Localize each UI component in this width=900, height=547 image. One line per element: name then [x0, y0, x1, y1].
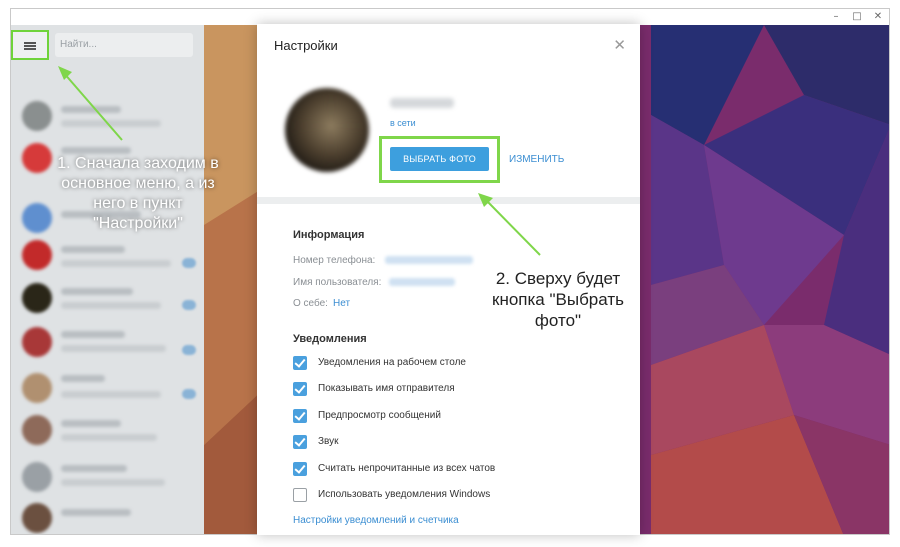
username-label: Имя пользователя:: [293, 277, 382, 288]
phone-value-blurred: [385, 256, 473, 264]
chat-avatar[interactable]: [22, 240, 52, 270]
annotation-step1-line1: 1. Сначала заходим в: [57, 155, 219, 172]
chat-avatar[interactable]: [22, 283, 52, 313]
title-bar: – □ ✕: [11, 9, 889, 25]
notifications-section-title: Уведомления: [293, 333, 367, 345]
settings-title: Настройки: [274, 38, 338, 53]
annotation-step1-line4: "Настройки": [93, 215, 183, 232]
annotation-step1: 1. Сначала заходим в основное меню, а из…: [28, 154, 248, 234]
sound-checkbox[interactable]: [293, 435, 307, 449]
chat-avatar[interactable]: [22, 503, 52, 533]
info-section-title: Информация: [293, 229, 365, 241]
chat-avatar[interactable]: [22, 101, 52, 131]
profile-avatar[interactable]: [285, 88, 369, 172]
hamburger-menu-icon[interactable]: [11, 30, 49, 60]
notification-settings-link[interactable]: Настройки уведомлений и счетчика: [293, 515, 459, 526]
phone-label: Номер телефона:: [293, 255, 376, 266]
bio-value[interactable]: Нет: [333, 298, 350, 309]
windows-notifications-checkbox[interactable]: [293, 488, 307, 502]
annotation-step2: 2. Сверху будет кнопка "Выбрать фото": [468, 268, 648, 331]
message-preview-checkbox[interactable]: [293, 409, 307, 423]
windows-notifications-label: Использовать уведомления Windows: [318, 489, 491, 500]
online-status: в сети: [390, 118, 416, 128]
bio-label: О себе:: [293, 298, 328, 309]
desktop-notifications-checkbox[interactable]: [293, 356, 307, 370]
section-divider: [257, 197, 640, 204]
message-preview-label: Предпросмотр сообщений: [318, 410, 441, 421]
count-unread-checkbox[interactable]: [293, 462, 307, 476]
count-unread-label: Считать непрочитанные из всех чатов: [318, 463, 496, 474]
edit-profile-link[interactable]: ИЗМЕНИТЬ: [509, 154, 564, 165]
annotation-step2-line2: кнопка "Выбрать: [492, 290, 624, 309]
chat-list-sidebar: Найти...: [11, 25, 204, 534]
profile-name-blurred: [390, 98, 454, 108]
choose-photo-highlight: ВЫБРАТЬ ФОТО: [379, 136, 500, 183]
minimize-button[interactable]: –: [827, 10, 845, 24]
chat-avatar[interactable]: [22, 415, 52, 445]
chat-avatar[interactable]: [22, 327, 52, 357]
maximize-button[interactable]: □: [848, 10, 866, 24]
annotation-step2-line3: фото": [534, 311, 582, 330]
annotation-step1-line3: него в пункт: [93, 195, 183, 212]
annotation-step1-line2: основное меню, а из: [61, 175, 215, 192]
search-input[interactable]: Найти...: [55, 33, 193, 57]
annotation-step2-line1: 2. Сверху будет: [495, 269, 621, 288]
show-sender-checkbox[interactable]: [293, 382, 307, 396]
chat-avatar[interactable]: [22, 462, 52, 492]
close-icon[interactable]: ✕: [613, 36, 626, 54]
chat-avatar[interactable]: [22, 373, 52, 403]
choose-photo-button[interactable]: ВЫБРАТЬ ФОТО: [390, 147, 489, 171]
window-close-button[interactable]: ✕: [869, 10, 887, 24]
desktop-notifications-label: Уведомления на рабочем столе: [318, 357, 466, 368]
sound-label: Звук: [318, 436, 339, 447]
show-sender-label: Показывать имя отправителя: [318, 383, 455, 394]
username-value-blurred: [389, 278, 455, 286]
